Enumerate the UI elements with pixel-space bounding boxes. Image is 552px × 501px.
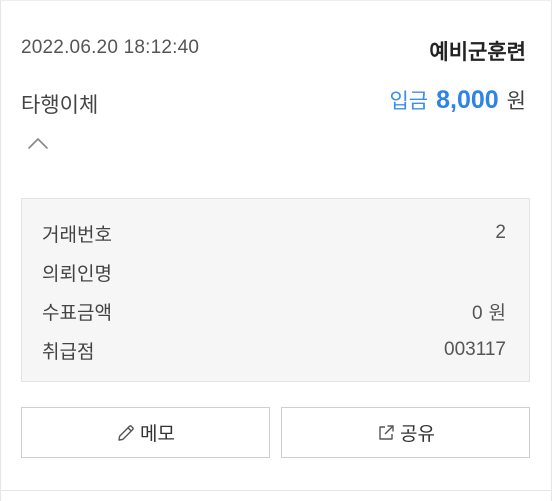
detail-row-requester-name: 의뢰인명 [42,257,506,287]
external-link-icon [376,423,396,443]
amount-deposit-label: 입금 [389,89,429,113]
detail-row-transaction-number: 거래번호 2 [42,218,506,248]
detail-value: 2 [495,222,506,243]
detail-label: 거래번호 [42,223,112,246]
memo-button[interactable]: 메모 [21,407,270,458]
pencil-icon [116,423,136,443]
transaction-memo-title: 예비군훈련 [429,40,526,64]
share-button-label: 공유 [400,423,435,445]
detail-row-check-amount: 수표금액 0원 [42,296,506,326]
detail-label: 의뢰인명 [42,262,112,285]
transaction-amount: 입금 8,000 원 [389,85,526,115]
detail-label: 수표금액 [42,301,112,324]
memo-button-label: 메모 [140,423,175,445]
transaction-detail-card: 2022.06.20 18:12:40 예비군훈련 타행이체 입금 8,000 … [0,0,552,501]
chevron-up-icon[interactable] [27,135,49,149]
amount-value: 8,000 [436,86,499,114]
transaction-type-label: 타행이체 [21,93,99,117]
detail-value: 003117 [444,339,506,360]
transaction-detail-box: 거래번호 2 의뢰인명 수표금액 0원 취급점 003117 [21,198,530,382]
transaction-datetime: 2022.06.20 18:12:40 [21,37,200,58]
detail-row-branch: 취급점 003117 [42,335,506,365]
divider [1,490,552,491]
share-button[interactable]: 공유 [281,407,530,458]
detail-label: 취급점 [42,340,95,363]
amount-unit: 원 [506,89,526,113]
detail-value: 0원 [471,301,506,324]
